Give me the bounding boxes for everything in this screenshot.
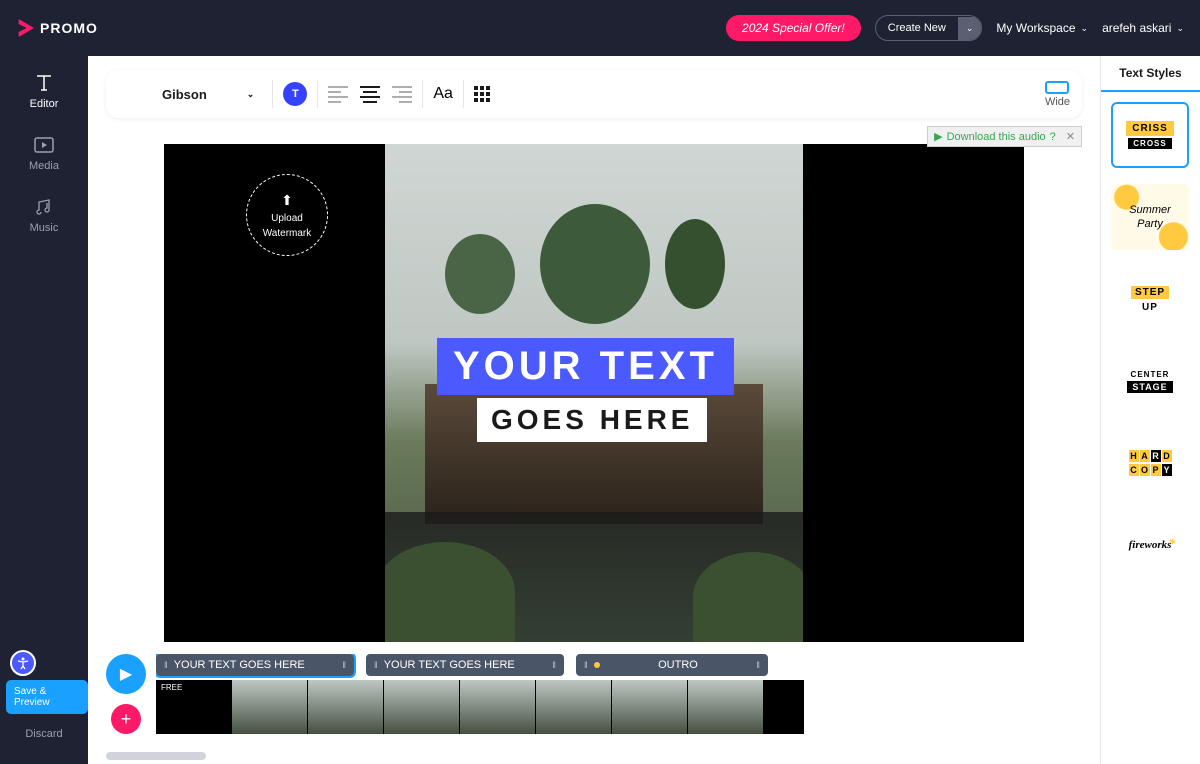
play-button[interactable]: ▶ (106, 654, 146, 694)
text-color-button[interactable]: T (283, 82, 307, 106)
style-fireworks[interactable]: fireworks (1111, 512, 1189, 578)
user-dropdown[interactable]: arefeh askari ⌄ (1102, 21, 1184, 35)
text-case-button[interactable]: Aa (433, 85, 453, 103)
separator (317, 80, 318, 108)
logo-icon (16, 19, 34, 37)
align-center-button[interactable] (360, 84, 380, 104)
main-area: Gibson ⌄ T Aa Wide (88, 56, 1100, 764)
chevron-down-icon: ⌄ (247, 89, 255, 100)
help-icon[interactable]: ? (1050, 131, 1056, 143)
style-summer-party[interactable]: Summer Party (1111, 184, 1189, 250)
create-new-label: Create New (876, 16, 958, 40)
style-criss-cross[interactable]: CRISS CROSS (1111, 102, 1189, 168)
create-new-button[interactable]: Create New ⌄ (875, 15, 983, 41)
timeline: ▶ + ‖ YOUR TEXT GOES HERE ‖ ‖ YOUR TEXT … (88, 646, 1100, 764)
top-header: PROMO 2024 Special Offer! Create New ⌄ M… (0, 0, 1200, 56)
outro-dot-icon (594, 662, 600, 668)
sidebar-item-editor[interactable]: Editor (30, 74, 59, 110)
upload-watermark-button[interactable]: ⬆ Upload Watermark (246, 174, 328, 256)
font-selector[interactable]: Gibson ⌄ (118, 87, 262, 102)
free-tag: FREE (158, 682, 185, 693)
brand-name: PROMO (40, 20, 98, 36)
music-icon (34, 198, 54, 216)
style-step-up[interactable]: STEP UP (1111, 266, 1189, 332)
close-icon[interactable]: ✕ (1066, 130, 1075, 143)
segment-2[interactable]: ‖ YOUR TEXT GOES HERE ‖ (366, 654, 564, 676)
chevron-down-icon: ⌄ (1176, 23, 1184, 34)
sidebar-item-media[interactable]: Media (29, 136, 59, 172)
text-toolbar: Gibson ⌄ T Aa Wide (106, 70, 1082, 118)
frame-thumb[interactable] (384, 680, 460, 734)
grip-icon[interactable]: ‖ (756, 660, 760, 670)
segment-outro[interactable]: ‖ OUTRO ‖ (576, 654, 768, 676)
grip-icon[interactable]: ‖ (342, 660, 346, 670)
style-hard-copy[interactable]: HARD COPY (1111, 430, 1189, 496)
styles-list[interactable]: CRISS CROSS Summer Party STEP UP CENTER … (1101, 92, 1200, 764)
separator (463, 80, 464, 108)
style-center-stage[interactable]: CENTER STAGE (1111, 348, 1189, 414)
frame-thumb[interactable] (764, 680, 804, 734)
segment-1[interactable]: ‖ YOUR TEXT GOES HERE ‖ (156, 654, 354, 676)
logo[interactable]: PROMO (16, 19, 98, 37)
frame-thumb[interactable] (460, 680, 536, 734)
left-sidebar: Editor Media Music Save & Preview Discar… (0, 56, 88, 764)
frame-thumb[interactable] (308, 680, 384, 734)
special-offer-button[interactable]: 2024 Special Offer! (726, 15, 861, 41)
accessibility-button[interactable] (10, 650, 36, 676)
canvas-text-top[interactable]: YOUR TEXT (437, 338, 734, 395)
frames-strip[interactable]: FREE (156, 680, 1082, 734)
scene-preview: YOUR TEXT GOES HERE (385, 144, 803, 642)
grip-icon[interactable]: ‖ (584, 660, 588, 670)
frame-thumb[interactable] (536, 680, 612, 734)
chevron-down-icon[interactable]: ⌄ (958, 17, 982, 40)
chevron-down-icon: ⌄ (1081, 23, 1089, 34)
align-right-button[interactable] (392, 84, 412, 104)
frame-thumb[interactable] (612, 680, 688, 734)
sidebar-item-music[interactable]: Music (30, 198, 59, 234)
upload-icon: ⬆ (281, 192, 293, 209)
canvas-text-bottom[interactable]: GOES HERE (477, 398, 707, 442)
aspect-ratio-button[interactable]: Wide (1045, 81, 1070, 108)
align-group (328, 84, 412, 104)
discard-button[interactable]: Discard (0, 728, 88, 740)
align-left-button[interactable] (328, 84, 348, 104)
grip-icon[interactable]: ‖ (552, 660, 556, 670)
video-canvas[interactable]: ⬆ Upload Watermark YOUR TEXT GOES HERE (164, 144, 1024, 642)
media-icon (34, 136, 54, 154)
play-icon: ▶ (934, 130, 942, 143)
workspace-dropdown[interactable]: My Workspace ⌄ (996, 21, 1088, 35)
text-styles-panel: Text Styles CRISS CROSS Summer Party STE… (1100, 56, 1200, 764)
segments-row: ‖ YOUR TEXT GOES HERE ‖ ‖ YOUR TEXT GOES… (156, 654, 1082, 676)
canvas-wrapper: ▶ Download this audio ? ✕ ⬆ Upload Water… (106, 126, 1082, 642)
position-grid-button[interactable] (474, 86, 490, 102)
frame-thumb[interactable] (232, 680, 308, 734)
panel-title: Text Styles (1101, 56, 1200, 92)
frame-thumb[interactable]: FREE (156, 680, 232, 734)
download-audio-banner[interactable]: ▶ Download this audio ? ✕ (927, 126, 1082, 147)
separator (272, 80, 273, 108)
separator (422, 80, 423, 108)
grip-icon[interactable]: ‖ (374, 660, 378, 670)
timeline-scrollbar[interactable] (106, 752, 206, 760)
ratio-icon (1045, 81, 1069, 94)
grip-icon[interactable]: ‖ (164, 660, 168, 670)
frame-thumb[interactable] (688, 680, 764, 734)
text-icon (34, 74, 54, 92)
save-preview-button[interactable]: Save & Preview (6, 680, 88, 714)
add-segment-button[interactable]: + (111, 704, 141, 734)
